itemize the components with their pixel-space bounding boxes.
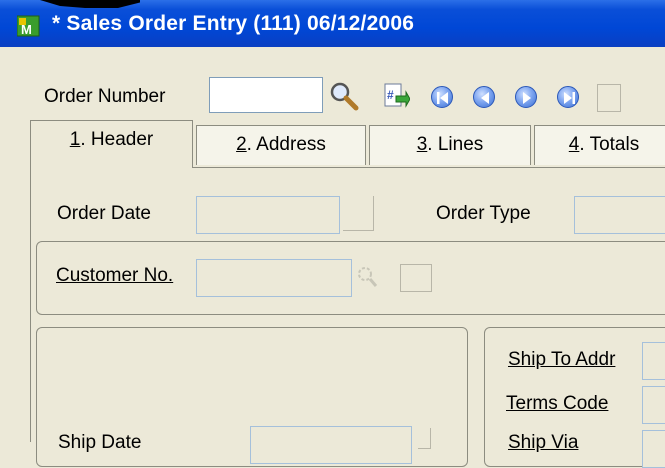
tab-lines-label: 3. Lines	[416, 134, 484, 155]
svg-text:#: #	[387, 88, 394, 102]
ship-via-label[interactable]: Ship Via	[508, 432, 578, 454]
order-date-label: Order Date	[57, 203, 151, 224]
pointer-cursor-fragment	[40, 0, 140, 8]
first-record-button[interactable]	[431, 86, 453, 108]
customer-no-label[interactable]: Customer No.	[56, 265, 173, 287]
tab-address[interactable]: 2. Address	[196, 125, 366, 165]
previous-record-icon	[481, 92, 489, 104]
last-record-icon	[564, 92, 575, 104]
order-number-label: Order Number	[44, 86, 166, 107]
order-type-label: Order Type	[436, 203, 531, 224]
ship-to-addr-label[interactable]: Ship To Addr	[508, 349, 615, 371]
tab-panel-border-left	[30, 167, 31, 442]
tab-header[interactable]: 1. Header	[30, 120, 193, 168]
tab-header-label: 1. Header	[69, 129, 154, 150]
tab-address-label: 2. Address	[236, 134, 326, 155]
order-date-field[interactable]	[196, 196, 340, 234]
svg-text:M: M	[21, 22, 32, 37]
title-bar[interactable]: M * Sales Order Entry (111) 06/12/2006	[0, 0, 665, 47]
terms-code-field[interactable]	[642, 386, 665, 424]
magnifier-icon[interactable]	[328, 80, 360, 112]
tab-lines[interactable]: 3. Lines	[369, 125, 531, 165]
next-record-button[interactable]	[515, 86, 537, 108]
customer-maintenance-icon	[400, 264, 432, 292]
previous-record-button[interactable]	[473, 86, 495, 108]
last-record-button[interactable]	[557, 86, 579, 108]
app-icon: M	[16, 14, 41, 38]
customer-lookup-icon	[356, 264, 378, 290]
next-record-icon	[523, 92, 531, 104]
customer-no-field[interactable]	[196, 259, 352, 297]
ship-date-field[interactable]	[250, 426, 412, 464]
order-number-input[interactable]	[209, 77, 323, 113]
tab-totals-label: 4. Totals	[568, 134, 640, 155]
ship-date-label: Ship Date	[58, 432, 142, 453]
window-title: * Sales Order Entry (111) 06/12/2006	[52, 12, 415, 35]
disabled-record-button	[597, 84, 621, 112]
order-type-field[interactable]	[574, 196, 665, 234]
first-record-icon	[437, 92, 448, 104]
next-order-number-icon[interactable]: #	[382, 82, 411, 110]
tab-totals[interactable]: 4. Totals	[534, 125, 665, 165]
ship-date-calendar-button[interactable]	[418, 428, 431, 449]
ship-via-field[interactable]	[642, 430, 665, 468]
ship-to-addr-field[interactable]	[642, 342, 665, 380]
calendar-button[interactable]	[343, 196, 374, 231]
terms-code-label[interactable]: Terms Code	[506, 393, 608, 415]
